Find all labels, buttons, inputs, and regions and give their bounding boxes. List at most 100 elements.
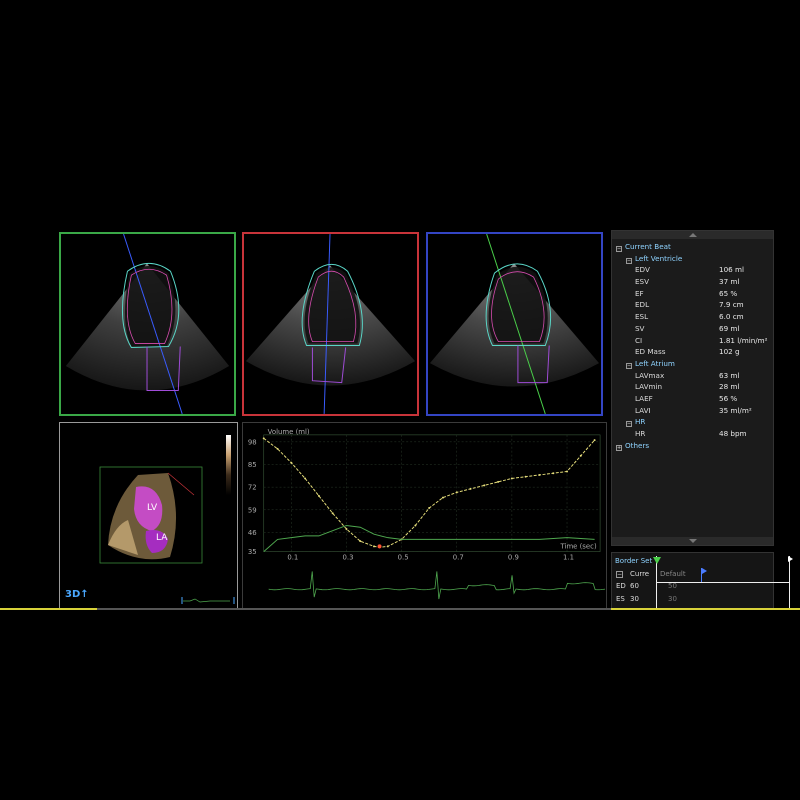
es-marker: [377, 544, 382, 549]
measurement-label: ED Mass: [635, 347, 666, 357]
y-tick-label: 46: [248, 529, 257, 537]
measurement-value: 102 g: [719, 347, 740, 357]
tree-others[interactable]: + Others: [616, 440, 771, 452]
data-point: [469, 487, 472, 490]
ecg-trace: [268, 571, 606, 600]
data-point: [317, 494, 320, 497]
measurement-label: LAVI: [635, 405, 651, 415]
scroll-down-icon: [688, 539, 697, 543]
tree-current-beat[interactable]: − Current Beat: [616, 241, 771, 253]
data-point: [345, 527, 348, 530]
measurement-row[interactable]: CI 1.81 l/min/m²: [616, 335, 771, 347]
y-tick-label: 72: [248, 484, 257, 492]
measurement-row[interactable]: LAVmin 28 ml: [616, 381, 771, 393]
y-tick-label: 98: [248, 438, 257, 446]
measurement-row[interactable]: SV 69 ml: [616, 323, 771, 335]
collapse-icon: −: [626, 421, 632, 428]
measurement-label: EDL: [635, 300, 650, 310]
data-point: [373, 545, 376, 548]
data-point: [579, 454, 582, 457]
measurement-row[interactable]: EF 65 %: [616, 288, 771, 300]
x-tick-label: 0.5: [398, 554, 409, 562]
collapse-icon: −: [626, 362, 632, 369]
data-point: [290, 461, 293, 464]
measurement-label: ESL: [635, 312, 649, 322]
collapse-icon: −: [616, 246, 622, 252]
x-tick-label: 1.1: [563, 554, 574, 562]
measurement-label: ESV: [635, 277, 650, 287]
tree-left-ventricle[interactable]: − Left Ventricle: [616, 253, 771, 265]
apical-view-3[interactable]: [426, 232, 603, 416]
measurement-label: HR: [635, 429, 646, 438]
measurement-row[interactable]: EDL 7.9 cm: [616, 299, 771, 311]
apical-view-2[interactable]: [242, 232, 419, 416]
measurement-value: 1.81 l/min/m²: [719, 335, 768, 345]
measurement-value: 7.9 cm: [719, 300, 744, 310]
y-axis-label: Volume (ml): [268, 428, 310, 436]
y-tick-label: 85: [248, 461, 257, 469]
measurement-row[interactable]: HR 48 bpm: [616, 428, 771, 440]
end-flag-icon[interactable]: [788, 556, 793, 562]
x-tick-label: 0.3: [342, 554, 353, 562]
measurement-value: 35 ml/m²: [719, 405, 752, 415]
measurement-row[interactable]: ED Mass 102 g: [616, 346, 771, 358]
measurement-label: LAEF: [635, 393, 653, 403]
measurement-row[interactable]: LAVmax 63 ml: [616, 370, 771, 382]
measurement-value: 63 ml: [719, 370, 740, 380]
volume-curve-graph[interactable]: 35 46 59 72 85 98 0.1 0.3 0.5 0.7 0.9 1.1 Volume (ml…: [242, 422, 607, 609]
data-point: [455, 491, 458, 494]
data-point: [497, 480, 500, 483]
measurement-value: 6.0 cm: [719, 312, 744, 322]
timeline-bar: [0, 608, 800, 610]
measurement-row[interactable]: EDV 106 ml: [616, 264, 771, 276]
panel-scroll-down[interactable]: [612, 537, 773, 545]
measurement-value: 69 ml: [719, 323, 740, 333]
measurement-value: 106 ml: [719, 265, 745, 275]
la-label: LA: [156, 533, 168, 543]
es-flag-icon[interactable]: [702, 568, 707, 574]
tree-left-atrium[interactable]: − Left Atrium: [616, 358, 771, 370]
apical-view-1[interactable]: [59, 232, 236, 416]
border-row-current: 30: [630, 595, 639, 603]
data-point: [566, 470, 569, 473]
measurement-label: CI: [635, 335, 643, 345]
mode-3d-button[interactable]: 3D↑: [65, 589, 89, 600]
col-current: Curre: [630, 570, 650, 578]
plot-frame: [263, 434, 601, 552]
render-3d-panel[interactable]: LV LA 3D↑: [59, 422, 238, 609]
measurement-tree: − Current Beat − Left Ventricle EDV 106 ml E…: [616, 241, 771, 451]
color-scale-bar: [226, 435, 231, 495]
panel-scroll-up[interactable]: [612, 231, 773, 239]
data-point: [386, 545, 389, 548]
data-point: [428, 507, 431, 510]
heart-3d-render: [99, 466, 203, 564]
ed-marker-icon[interactable]: [653, 557, 661, 564]
tree-hr[interactable]: − HR: [616, 416, 771, 428]
measurement-value: 37 ml: [719, 277, 740, 287]
data-point: [262, 437, 265, 440]
x-tick-label: 0.7: [453, 554, 464, 562]
data-point: [441, 496, 444, 499]
series-line-1: [263, 524, 595, 552]
border-row-label: ED: [616, 582, 626, 590]
echo-image-2: [245, 234, 416, 414]
data-point: [414, 524, 417, 527]
measurement-row[interactable]: LAEF 56 %: [616, 393, 771, 405]
x-tick-label: 0.1: [287, 554, 298, 562]
measurement-label: LAVmin: [635, 382, 663, 392]
echo-image-3: [429, 234, 600, 414]
collapse-icon[interactable]: −: [616, 571, 623, 578]
y-tick-label: 59: [248, 506, 257, 514]
measurement-value: 65 %: [719, 288, 738, 298]
border-set-title: Border Set: [615, 557, 653, 565]
measurement-panel[interactable]: − Current Beat − Left Ventricle EDV 106 ml E…: [611, 230, 774, 546]
data-point: [552, 472, 555, 475]
measurement-row[interactable]: ESV 37 ml: [616, 276, 771, 288]
measurement-row[interactable]: LAVI 35 ml/m²: [616, 405, 771, 417]
border-slider[interactable]: [653, 556, 800, 610]
measurement-label: SV: [635, 323, 645, 333]
measurement-row[interactable]: ESL 6.0 cm: [616, 311, 771, 323]
mini-ecg-trace: [181, 597, 235, 604]
lv-label: LV: [147, 503, 158, 513]
measurement-value: 28 ml: [719, 382, 740, 392]
